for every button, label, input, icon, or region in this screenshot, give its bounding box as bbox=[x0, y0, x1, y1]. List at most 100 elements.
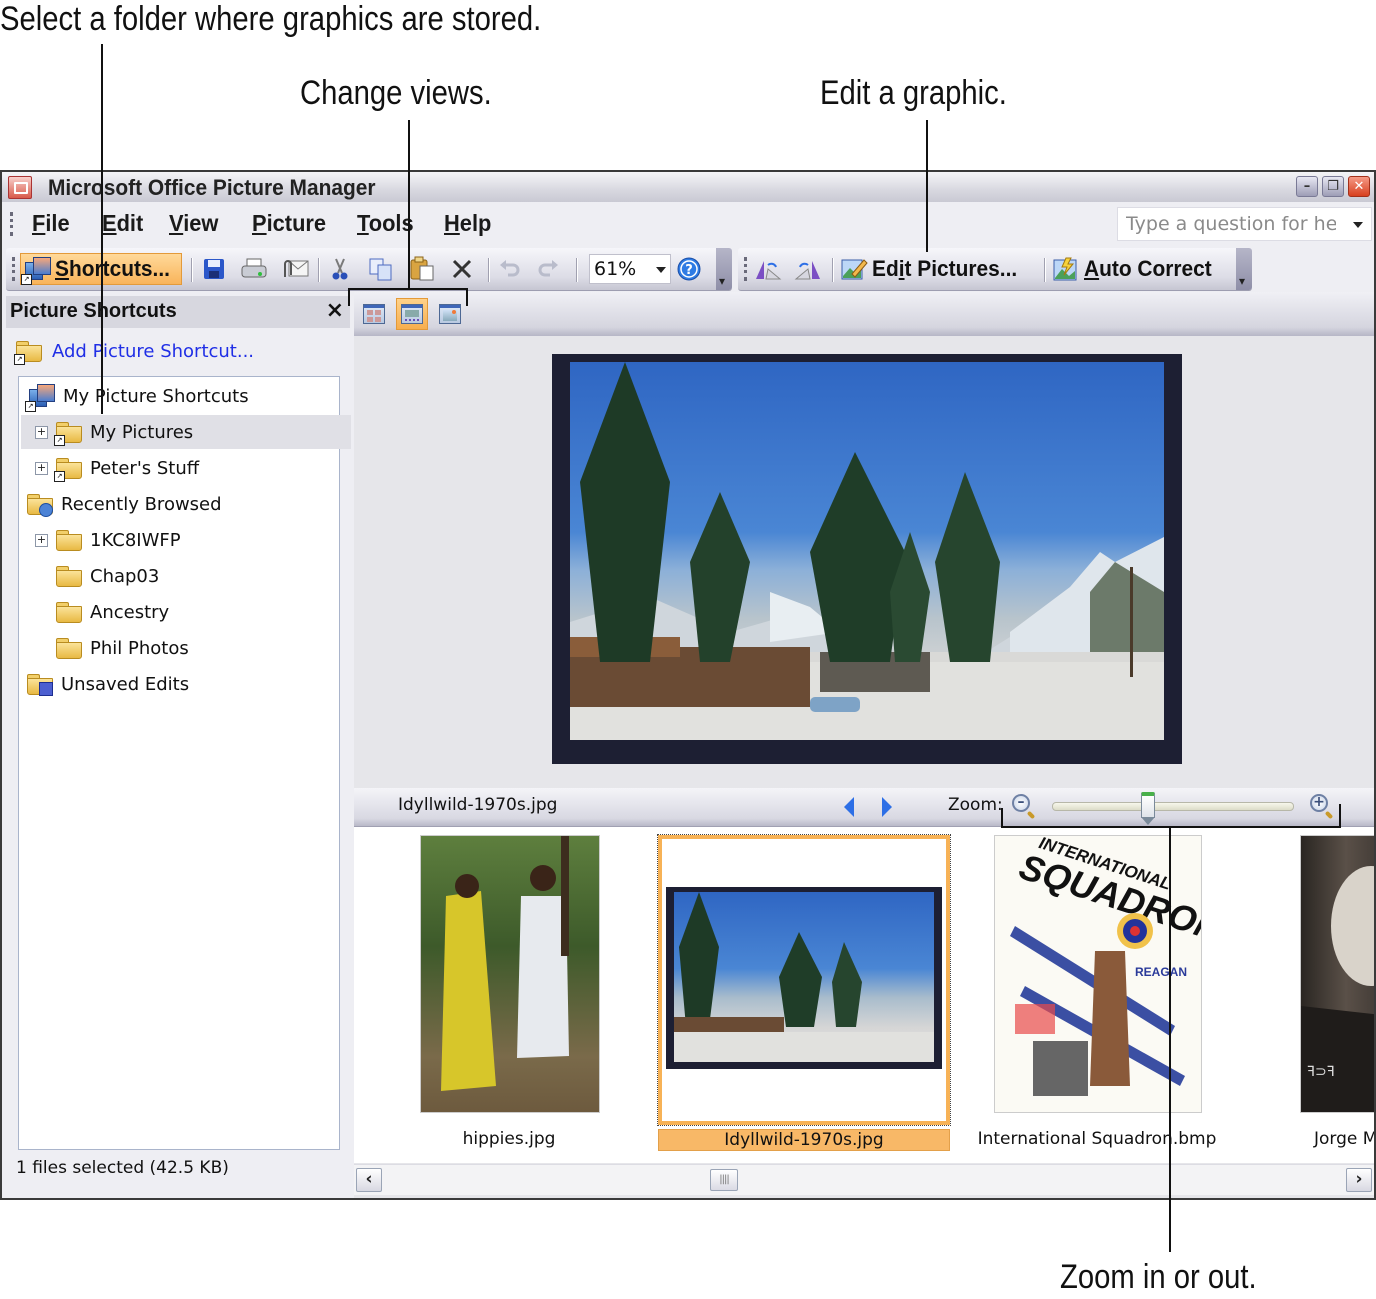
window-title: Microsoft Office Picture Manager bbox=[48, 175, 376, 200]
auto-correct-icon bbox=[1053, 257, 1077, 281]
zoom-slider-thumb[interactable] bbox=[1141, 792, 1155, 825]
menu-view-mnemonic: V bbox=[169, 210, 184, 236]
viewer-pane: Idyllwild-1970s.jpg Zoom: – + hippies.jp… bbox=[354, 292, 1374, 1198]
help-button[interactable]: ? bbox=[676, 253, 704, 285]
expand-icon[interactable]: + bbox=[35, 425, 48, 439]
previous-picture-icon[interactable] bbox=[844, 797, 854, 817]
toolbar-options-button[interactable] bbox=[1236, 248, 1252, 290]
paste-button[interactable] bbox=[408, 253, 438, 285]
svg-text:?: ? bbox=[685, 263, 693, 278]
edit-pictures-button[interactable]: Edit Pictures... bbox=[840, 253, 1040, 285]
menu-file-label: ile bbox=[45, 210, 70, 236]
thumbnail-view-button[interactable] bbox=[358, 298, 390, 330]
menu-picture-mnemonic: P bbox=[252, 210, 267, 236]
tree-item-recently-browsed[interactable]: Recently Browsed bbox=[21, 487, 343, 521]
selection-status: 1 files selected (42.5 KB) bbox=[16, 1158, 229, 1178]
menu-tools-mnemonic: T bbox=[357, 210, 369, 236]
zoom-level-combo[interactable]: 61% bbox=[589, 254, 671, 284]
pictures-folder-icon: ↗ bbox=[54, 421, 82, 446]
selection-frame bbox=[657, 834, 951, 1126]
redo-button[interactable] bbox=[536, 253, 564, 285]
undo-button[interactable] bbox=[498, 253, 526, 285]
menu-tools[interactable]: Tools bbox=[357, 210, 414, 237]
restore-button[interactable]: ❐ bbox=[1322, 176, 1344, 197]
callout-bracket bbox=[1001, 808, 1003, 828]
scroll-left-button[interactable]: ‹ bbox=[356, 1168, 382, 1192]
portrait-photo-icon: ꟻ⊃ꟻ bbox=[1301, 866, 1374, 1112]
standard-toolbar: ↗ Shortcuts... 61% ? ▾ bbox=[6, 248, 732, 291]
menu-grip[interactable] bbox=[10, 212, 16, 236]
copy-button[interactable] bbox=[368, 253, 396, 285]
menu-tools-label: ools bbox=[368, 210, 414, 236]
menu-picture[interactable]: Picture bbox=[252, 210, 326, 237]
menu-view[interactable]: View bbox=[169, 210, 218, 237]
tree-item-ancestry[interactable]: Ancestry bbox=[21, 595, 372, 629]
next-picture-icon[interactable] bbox=[882, 797, 892, 817]
zoom-label: Zoom: bbox=[948, 795, 1003, 815]
print-button[interactable] bbox=[240, 253, 270, 285]
close-button[interactable]: ✕ bbox=[1348, 176, 1370, 197]
poster-actor: REAGAN bbox=[1135, 965, 1187, 979]
callout-bracket bbox=[466, 288, 468, 306]
menu-file[interactable]: File bbox=[32, 210, 70, 237]
tree-item-label: Chap03 bbox=[90, 565, 160, 587]
thumbnail-caption: Jorge M bbox=[1314, 1129, 1374, 1149]
menu-edit[interactable]: Edit bbox=[102, 210, 143, 237]
preview-photo-idyllwild bbox=[570, 362, 1164, 740]
rotate-left-button[interactable] bbox=[754, 253, 784, 285]
tree-item-my-pictures[interactable]: + ↗ My Pictures bbox=[21, 415, 351, 449]
cut-button[interactable] bbox=[328, 253, 356, 285]
tree-item-peters-stuff[interactable]: + ↗ Peter's Stuff bbox=[21, 451, 351, 485]
rotate-right-button[interactable] bbox=[794, 253, 824, 285]
toolbar-separator bbox=[488, 258, 490, 282]
single-picture-view-button[interactable] bbox=[434, 298, 466, 330]
save-button[interactable] bbox=[202, 253, 230, 285]
delete-button[interactable] bbox=[450, 253, 478, 285]
toolbar-separator bbox=[1044, 258, 1046, 282]
scroll-right-button[interactable]: › bbox=[1346, 1168, 1372, 1192]
tree-item-phil-photos[interactable]: Phil Photos bbox=[21, 631, 372, 665]
minimize-button[interactable]: – bbox=[1296, 176, 1318, 197]
toolbar-grip[interactable] bbox=[744, 257, 750, 281]
help-search-box[interactable] bbox=[1117, 207, 1372, 241]
shortcuts-label: Shortcuts... bbox=[55, 256, 170, 281]
expand-icon[interactable]: + bbox=[35, 461, 48, 475]
tree-item-label: My Pictures bbox=[90, 421, 194, 443]
preview-area bbox=[354, 336, 1374, 788]
preview-picture[interactable] bbox=[552, 354, 1182, 764]
rotate-left-icon bbox=[756, 261, 782, 280]
email-button[interactable] bbox=[280, 253, 310, 285]
toolbar-grip[interactable] bbox=[12, 257, 18, 281]
help-dropdown-icon[interactable] bbox=[1353, 222, 1363, 228]
tree-item-unsaved-edits[interactable]: Unsaved Edits bbox=[21, 667, 343, 701]
expand-icon[interactable]: + bbox=[35, 533, 48, 547]
auto-correct-button[interactable]: Auto Correct bbox=[1052, 253, 1232, 285]
email-attachment-icon bbox=[284, 260, 309, 277]
cut-icon bbox=[332, 258, 348, 280]
zoom-level-dropdown-icon[interactable] bbox=[656, 267, 666, 273]
menu-help[interactable]: Help bbox=[444, 210, 491, 237]
menu-help-label: elp bbox=[459, 210, 492, 236]
filmstrip-view-button[interactable] bbox=[396, 298, 428, 330]
tree-item-label: Recently Browsed bbox=[61, 493, 222, 515]
tree-item-1kc8iwfp[interactable]: + 1KC8IWFP bbox=[21, 523, 351, 557]
pictures-shortcut-icon: ↗ bbox=[25, 383, 55, 412]
copy-icon bbox=[369, 258, 392, 281]
picture-shortcuts-pane: Picture Shortcuts × ↗ Add Picture Shortc… bbox=[6, 296, 351, 1196]
scrollbar-thumb[interactable]: |||| bbox=[710, 1169, 738, 1191]
toolbar-options-button[interactable] bbox=[716, 248, 732, 290]
tree-item-chap03[interactable]: Chap03 bbox=[21, 559, 372, 593]
zoom-slider[interactable] bbox=[1052, 802, 1294, 811]
filmstrip-view-icon bbox=[401, 304, 423, 324]
zoom-in-icon[interactable]: + bbox=[1310, 794, 1328, 812]
filmstrip-scrollbar[interactable]: ‹ |||| › bbox=[354, 1164, 1374, 1195]
tree-item-label: Peter's Stuff bbox=[90, 457, 200, 479]
tree-item-my-picture-shortcuts[interactable]: ↗ My Picture Shortcuts bbox=[21, 379, 343, 413]
picture-toolbar: Edit Pictures... Auto Correct bbox=[738, 248, 1252, 291]
pane-close-button[interactable]: × bbox=[326, 298, 344, 323]
help-search-input[interactable] bbox=[1124, 212, 1338, 236]
zoom-out-icon[interactable]: – bbox=[1012, 794, 1030, 812]
add-picture-shortcut-link[interactable]: ↗ Add Picture Shortcut... bbox=[14, 340, 254, 365]
toolbar-separator bbox=[318, 258, 320, 282]
picture-info-bar: Idyllwild-1970s.jpg Zoom: – + bbox=[354, 788, 1374, 827]
